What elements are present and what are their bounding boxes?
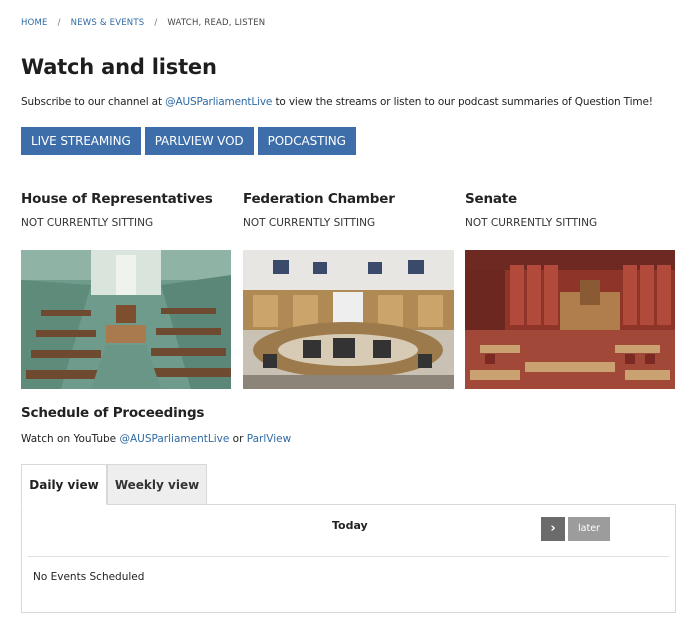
schedule-title: Schedule of Proceedings — [21, 405, 205, 421]
youtube-channel-link[interactable]: @AUSParliamentLive — [165, 96, 272, 108]
breadcrumb-separator: / — [57, 18, 61, 28]
federation-chamber-photo[interactable] — [243, 250, 454, 389]
schedule-panel: Today › later No Events Scheduled — [21, 504, 676, 613]
chamber-title: Senate — [465, 191, 518, 207]
page-title: Watch and listen — [21, 55, 217, 79]
chamber-house-of-representatives: House of Representatives NOT CURRENTLY S… — [21, 191, 232, 389]
schedule-parlview-link[interactable]: ParlView — [247, 433, 291, 445]
empty-schedule-message: No Events Scheduled — [33, 571, 145, 583]
today-label: Today — [332, 519, 368, 532]
chamber-senate: Senate NOT CURRENTLY SITTING — [465, 191, 676, 389]
chamber-status: NOT CURRENTLY SITTING — [243, 217, 376, 229]
intro-text-before: Subscribe to our channel at — [21, 96, 166, 108]
watch-or: or — [229, 433, 247, 445]
intro-text-after: to view the streams or listen to our pod… — [272, 96, 653, 108]
tab-daily-view[interactable]: Daily view — [21, 464, 107, 505]
divider — [28, 556, 669, 557]
chamber-federation-chamber: Federation Chamber NOT CURRENTLY SITTING — [243, 191, 454, 389]
chevron-right-icon[interactable]: › — [541, 517, 565, 541]
podcasting-button[interactable]: PODCASTING — [257, 127, 356, 155]
breadcrumb-current: WATCH, READ, LISTEN — [167, 18, 266, 28]
watch-prefix: Watch on YouTube — [21, 433, 120, 445]
chamber-title: House of Representatives — [21, 191, 213, 207]
chamber-status: NOT CURRENTLY SITTING — [21, 217, 154, 229]
intro-text: Subscribe to our channel at @AUSParliame… — [21, 96, 653, 108]
later-button[interactable]: later — [568, 517, 610, 541]
chamber-title: Federation Chamber — [243, 191, 395, 207]
parlview-vod-button[interactable]: PARLVIEW VOD — [144, 127, 254, 155]
chamber-status: NOT CURRENTLY SITTING — [465, 217, 598, 229]
live-streaming-button[interactable]: LIVE STREAMING — [21, 127, 141, 155]
media-buttons: LIVE STREAMING PARLVIEW VOD PODCASTING — [21, 127, 356, 155]
breadcrumb: HOME / NEWS & EVENTS / WATCH, READ, LISTEN — [21, 18, 265, 28]
schedule-watch-text: Watch on YouTube @AUSParliamentLive or P… — [21, 433, 291, 445]
breadcrumb-separator: / — [154, 18, 158, 28]
schedule-youtube-link[interactable]: @AUSParliamentLive — [119, 433, 229, 445]
breadcrumb-news-link[interactable]: NEWS & EVENTS — [71, 18, 145, 28]
breadcrumb-home-link[interactable]: HOME — [21, 18, 48, 28]
house-of-representatives-chamber-photo[interactable] — [21, 250, 231, 389]
tab-weekly-view[interactable]: Weekly view — [107, 464, 207, 505]
senate-chamber-photo[interactable] — [465, 250, 675, 389]
